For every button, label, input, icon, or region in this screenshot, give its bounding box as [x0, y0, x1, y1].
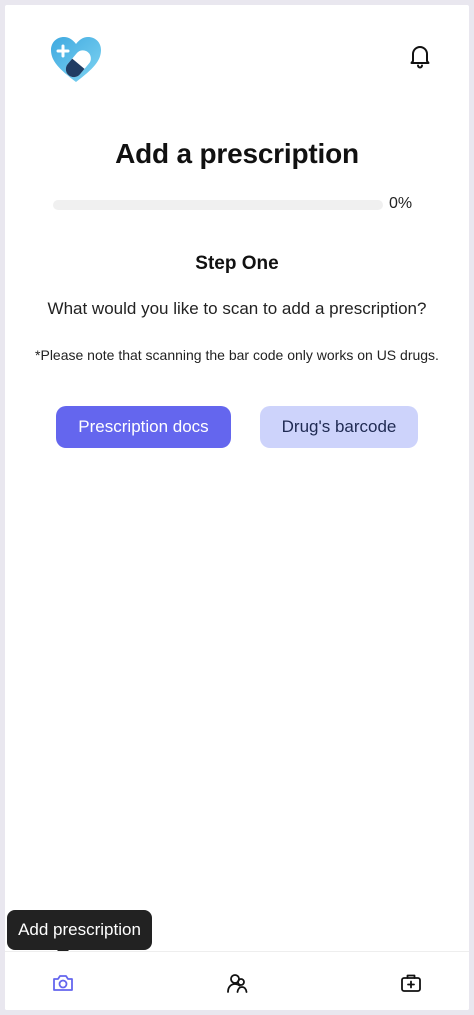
first-aid-kit-icon [401, 974, 421, 992]
people-icon [227, 974, 248, 993]
progress-bar [53, 200, 383, 210]
camera-icon [53, 975, 73, 991]
add-prescription-tooltip: Add prescription [7, 910, 152, 950]
prescription-docs-button[interactable]: Prescription docs [56, 406, 231, 448]
bell-icon[interactable] [408, 43, 432, 69]
barcode-note: *Please note that scanning the bar code … [35, 347, 439, 363]
nav-medicine-cabinet[interactable] [398, 970, 424, 996]
page-title: Add a prescription [115, 138, 359, 169]
nav-add-prescription[interactable] [50, 970, 76, 996]
progress-label: 0% [389, 195, 413, 212]
heart-pill-logo-icon [49, 35, 103, 85]
step-question: What would you like to scan to add a pre… [47, 299, 427, 318]
drugs-barcode-button[interactable]: Drug's barcode [260, 406, 418, 448]
step-title: Step One [195, 253, 279, 274]
app-screen: Add a prescription 0% Step One What woul… [5, 5, 469, 1010]
bottom-nav [5, 951, 469, 1010]
nav-people[interactable] [224, 970, 250, 996]
